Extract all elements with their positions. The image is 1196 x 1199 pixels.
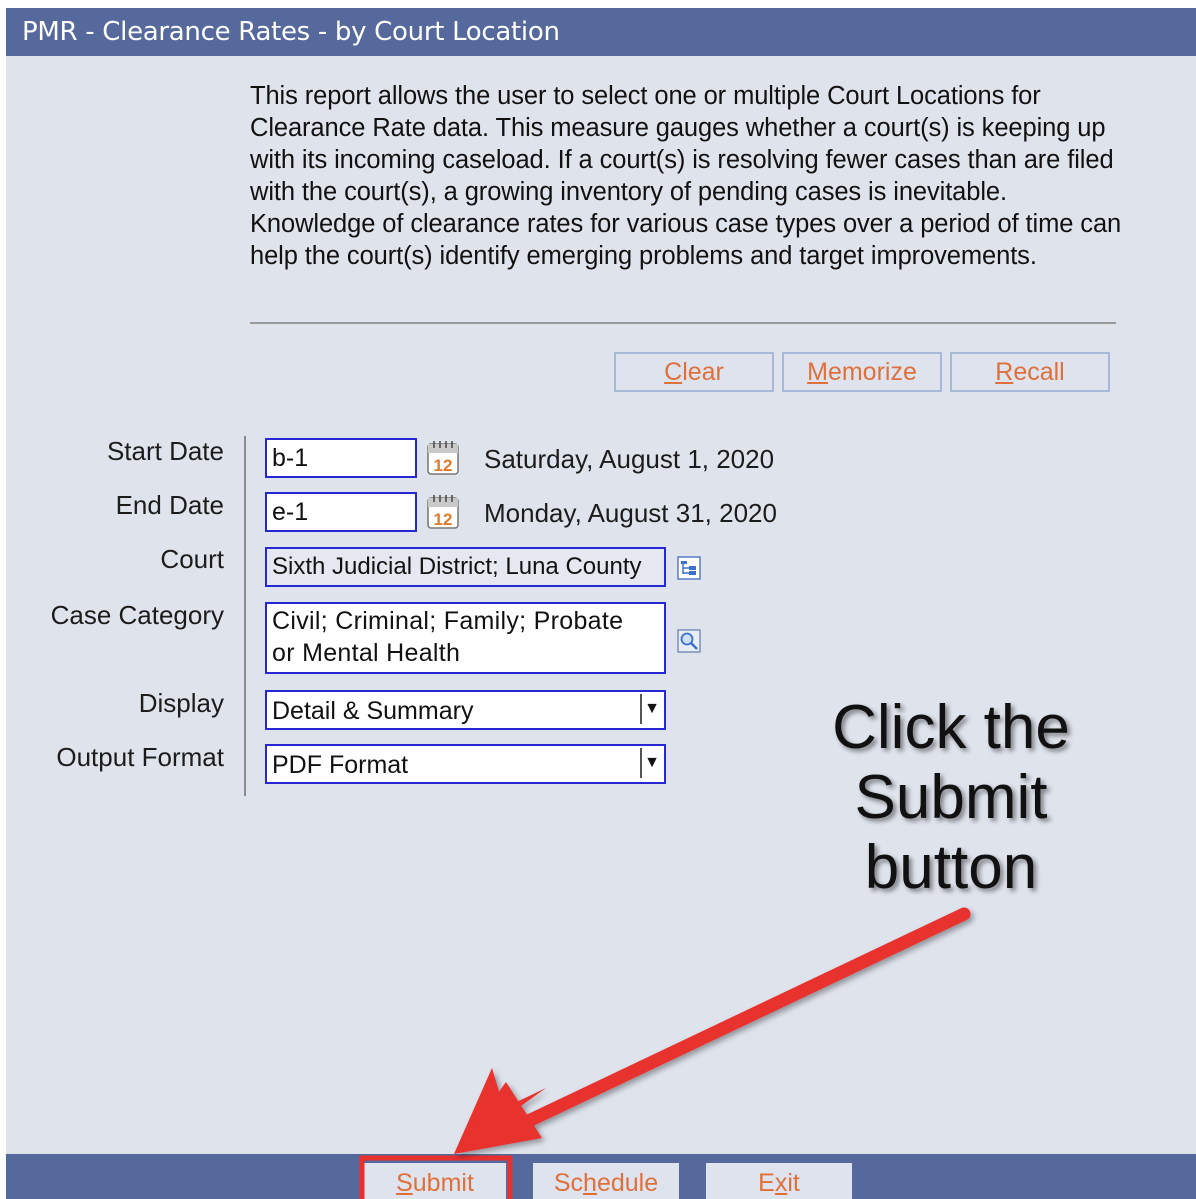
output-format-dropdown-icon[interactable]: ▼ (640, 748, 662, 778)
submit-button[interactable]: Submit (364, 1163, 506, 1199)
recall-button[interactable]: Recall (950, 352, 1110, 392)
schedule-button-accel: h (583, 1169, 597, 1197)
output-format-select-value: PDF Format (272, 751, 409, 779)
annotation-callout: Click the Submit button (786, 693, 1116, 903)
svg-text:12: 12 (434, 456, 453, 475)
clear-button[interactable]: Clear (614, 352, 774, 392)
annotation-line-2: Submit (854, 763, 1048, 832)
schedule-button-pre: Sc (553, 1169, 584, 1197)
start-date-label: Start Date (106, 436, 224, 466)
report-window: PMR - Clearance Rates - by Court Locatio… (6, 8, 1196, 1199)
output-format-label: Output Format (56, 742, 224, 772)
display-select-value: Detail & Summary (272, 697, 474, 725)
display-select[interactable]: Detail & Summary ▼ (265, 690, 666, 730)
case-category-label: Case Category (50, 600, 224, 630)
output-format-select[interactable]: PDF Format ▼ (265, 744, 666, 784)
svg-text:12: 12 (434, 510, 453, 529)
court-label: Court (160, 544, 224, 574)
divider (250, 322, 1116, 324)
recall-button-label: ecall (1013, 358, 1065, 386)
start-date-input[interactable]: b-1 (265, 438, 417, 478)
red-arrow-icon (454, 907, 971, 1154)
form-separator (244, 436, 246, 796)
start-date-resolved: Saturday, August 1, 2020 (484, 444, 775, 474)
memorize-button[interactable]: Memorize (782, 352, 942, 392)
lookup-magnifier-icon[interactable] (677, 629, 701, 653)
start-date-calendar-icon[interactable]: 12 (426, 440, 460, 476)
end-date-label: End Date (115, 490, 224, 520)
tree-select-icon[interactable] (677, 556, 701, 580)
memorize-button-accel: M (807, 358, 828, 386)
exit-button[interactable]: Exit (706, 1163, 852, 1199)
annotation-line-1: Click the (832, 693, 1070, 762)
exit-button-pre: E (758, 1169, 775, 1197)
recall-button-accel: R (995, 358, 1014, 386)
submit-button-accel: S (396, 1169, 413, 1197)
annotation-line-3: button (864, 833, 1038, 902)
clear-button-accel: C (664, 358, 683, 386)
display-dropdown-icon[interactable]: ▼ (640, 694, 662, 724)
end-date-calendar-icon[interactable]: 12 (426, 494, 460, 530)
display-label: Display (138, 688, 224, 718)
exit-button-label: it (787, 1169, 800, 1197)
schedule-button-label: edule (596, 1169, 659, 1197)
submit-button-label: ubmit (412, 1169, 474, 1197)
end-date-input[interactable]: e-1 (265, 492, 417, 532)
case-category-field[interactable]: Civil; Criminal; Family; Probate or Ment… (265, 602, 666, 674)
memorize-button-label: emorize (827, 358, 917, 386)
window-title: PMR - Clearance Rates - by Court Locatio… (6, 8, 1196, 56)
report-description: This report allows the user to select on… (250, 82, 1122, 270)
schedule-button[interactable]: Schedule (533, 1163, 679, 1199)
clear-button-label: lear (682, 358, 724, 386)
court-field[interactable]: Sixth Judicial District; Luna County (265, 547, 666, 587)
exit-button-accel: x (774, 1169, 788, 1197)
end-date-resolved: Monday, August 31, 2020 (484, 498, 777, 528)
